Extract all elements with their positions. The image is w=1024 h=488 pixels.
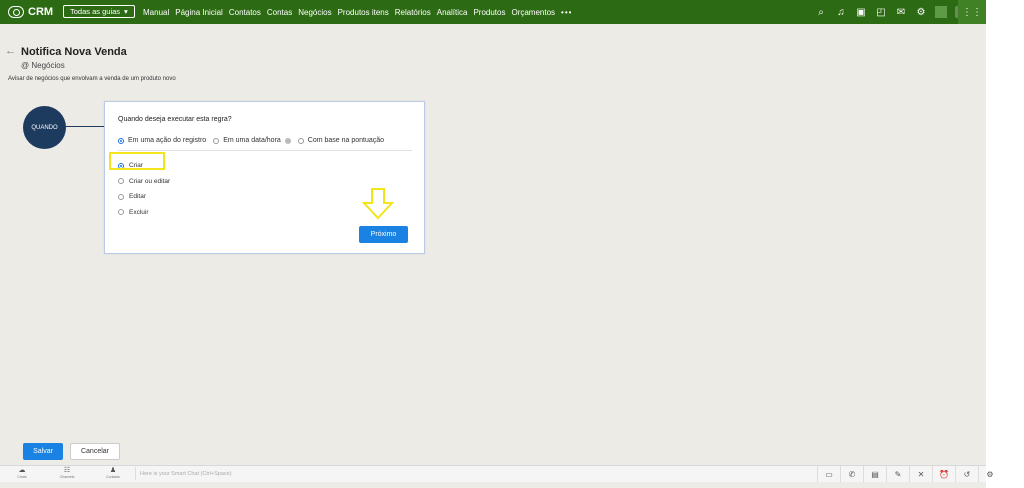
trigger-question: Quando deseja executar esta regra? bbox=[118, 116, 232, 123]
crm-logo[interactable]: CRM bbox=[8, 4, 53, 20]
trigger-options: Em uma ação do registro Em uma data/hora… bbox=[118, 137, 384, 144]
bottom-item-label: Channels bbox=[59, 475, 75, 479]
nav-manual[interactable]: Manual bbox=[143, 8, 169, 17]
topbar-separator bbox=[935, 6, 947, 18]
when-node-label: QUANDO bbox=[31, 124, 58, 131]
channels-icon: ☷ bbox=[63, 467, 71, 474]
action-option-label: Excluir bbox=[129, 208, 149, 216]
nav-quotes[interactable]: Orçamentos bbox=[511, 8, 555, 17]
bottom-item-contacts[interactable]: ♟ Contacts bbox=[93, 467, 133, 479]
next-button[interactable]: Próximo bbox=[359, 226, 408, 243]
settings-small-icon[interactable]: ⚙ bbox=[978, 466, 1001, 482]
phone-icon[interactable]: ✆ bbox=[840, 466, 863, 482]
mail-icon[interactable]: ✉ bbox=[895, 7, 907, 18]
bottom-item-channels[interactable]: ☷ Channels bbox=[47, 467, 87, 479]
trigger-option-date-time[interactable]: Em uma data/hora bbox=[213, 137, 291, 144]
screen-share-icon[interactable]: ▭ bbox=[817, 466, 840, 482]
app-window: CRM Todas as guias ▾ Manual Página Inici… bbox=[0, 0, 994, 488]
gear-icon[interactable]: ⚙ bbox=[915, 7, 927, 18]
trigger-option-label: Com base na pontuação bbox=[307, 137, 385, 144]
chat-icon: ☁ bbox=[18, 467, 26, 474]
alarm-icon[interactable]: ⏰ bbox=[932, 466, 955, 482]
action-option-label: Editar bbox=[129, 193, 146, 201]
action-option-edit[interactable]: Editar bbox=[118, 189, 170, 205]
caret-down-icon: ▾ bbox=[124, 7, 128, 16]
radio-icon[interactable] bbox=[118, 209, 124, 216]
radio-icon[interactable] bbox=[118, 178, 124, 185]
trigger-card: Quando deseja executar esta regra? Em um… bbox=[104, 101, 425, 254]
bottom-item-label: Chats bbox=[17, 475, 27, 479]
notes-icon[interactable]: ✎ bbox=[886, 466, 909, 482]
apps-grid-icon[interactable]: ⋮⋮ bbox=[958, 0, 986, 24]
cancel-button[interactable]: Cancelar bbox=[70, 443, 120, 460]
smart-chat-placeholder: Here is your Smart Chat (Ctrl+Space) bbox=[140, 470, 232, 477]
bell-icon[interactable]: ♫ bbox=[835, 7, 847, 18]
history-icon[interactable]: ↺ bbox=[955, 466, 978, 482]
trigger-option-label: Em uma data/hora bbox=[223, 137, 281, 144]
nav-product-items[interactable]: Produtos itens bbox=[338, 8, 389, 17]
action-option-delete[interactable]: Excluir bbox=[118, 205, 170, 221]
nav-analytics[interactable]: Analítica bbox=[437, 8, 468, 17]
trigger-option-score[interactable]: Com base na pontuação bbox=[297, 137, 385, 144]
nav-products[interactable]: Produtos bbox=[473, 8, 505, 17]
page-title: Notifica Nova Venda bbox=[21, 46, 127, 58]
module-label: @ Negócios bbox=[21, 61, 65, 70]
all-tabs-button[interactable]: Todas as guias ▾ bbox=[63, 5, 135, 18]
rule-description: Avisar de negócios que envolvam a venda … bbox=[8, 76, 176, 82]
bottom-tool-icons: ▭ ✆ ▤ ✎ ✕ ⏰ ↺ ⚙ bbox=[817, 466, 1001, 482]
module-nav: Manual Página Inicial Contatos Contas Ne… bbox=[143, 0, 572, 24]
app-name: CRM bbox=[28, 6, 54, 18]
highlight-box bbox=[109, 152, 165, 170]
back-arrow-icon[interactable]: ← bbox=[5, 45, 16, 57]
topbar-icons: ⌕ ♫ ▣ ◰ ✉ ⚙ bbox=[815, 0, 967, 24]
smart-chat-input[interactable]: Here is your Smart Chat (Ctrl+Space) bbox=[135, 467, 820, 480]
bottom-item-chats[interactable]: ☁ Chats bbox=[2, 467, 42, 479]
card-divider bbox=[118, 150, 412, 151]
flow-connector bbox=[66, 126, 105, 127]
bottom-bar: ☁ Chats ☷ Channels ♟ Contacts Here is yo… bbox=[0, 465, 994, 482]
nav-reports[interactable]: Relatórios bbox=[395, 8, 431, 17]
nav-more-button[interactable]: ••• bbox=[561, 8, 572, 17]
radio-icon[interactable] bbox=[118, 193, 124, 200]
calendar-add-icon[interactable]: ▣ bbox=[855, 7, 867, 18]
video-icon[interactable]: ▤ bbox=[863, 466, 886, 482]
nav-contacts[interactable]: Contatos bbox=[229, 8, 261, 17]
radio-icon[interactable] bbox=[213, 137, 220, 144]
mute-icon[interactable]: ✕ bbox=[909, 466, 932, 482]
nav-home[interactable]: Página Inicial bbox=[175, 8, 223, 17]
contacts-icon: ♟ bbox=[109, 467, 117, 474]
crm-logo-icon bbox=[8, 6, 24, 18]
radio-selected-icon[interactable] bbox=[118, 137, 124, 144]
action-option-label: Criar ou editar bbox=[129, 177, 171, 185]
nav-accounts[interactable]: Contas bbox=[267, 8, 292, 17]
screen-icon[interactable]: ◰ bbox=[875, 7, 887, 18]
save-button[interactable]: Salvar bbox=[23, 443, 63, 460]
top-navigation-bar: CRM Todas as guias ▾ Manual Página Inici… bbox=[0, 0, 986, 24]
trigger-option-label: Em uma ação do registro bbox=[128, 137, 207, 144]
search-icon[interactable]: ⌕ bbox=[815, 7, 827, 18]
all-tabs-label: Todas as guias bbox=[70, 7, 121, 16]
radio-icon[interactable] bbox=[297, 137, 304, 144]
trigger-option-record-action[interactable]: Em uma ação do registro bbox=[118, 137, 206, 144]
when-node: QUANDO bbox=[23, 106, 66, 149]
nav-deals[interactable]: Negócios bbox=[298, 8, 331, 17]
action-option-create-or-edit[interactable]: Criar ou editar bbox=[118, 174, 170, 190]
arrow-down-icon bbox=[361, 188, 395, 220]
info-icon[interactable] bbox=[284, 137, 291, 144]
bottom-item-label: Contacts bbox=[106, 475, 120, 479]
